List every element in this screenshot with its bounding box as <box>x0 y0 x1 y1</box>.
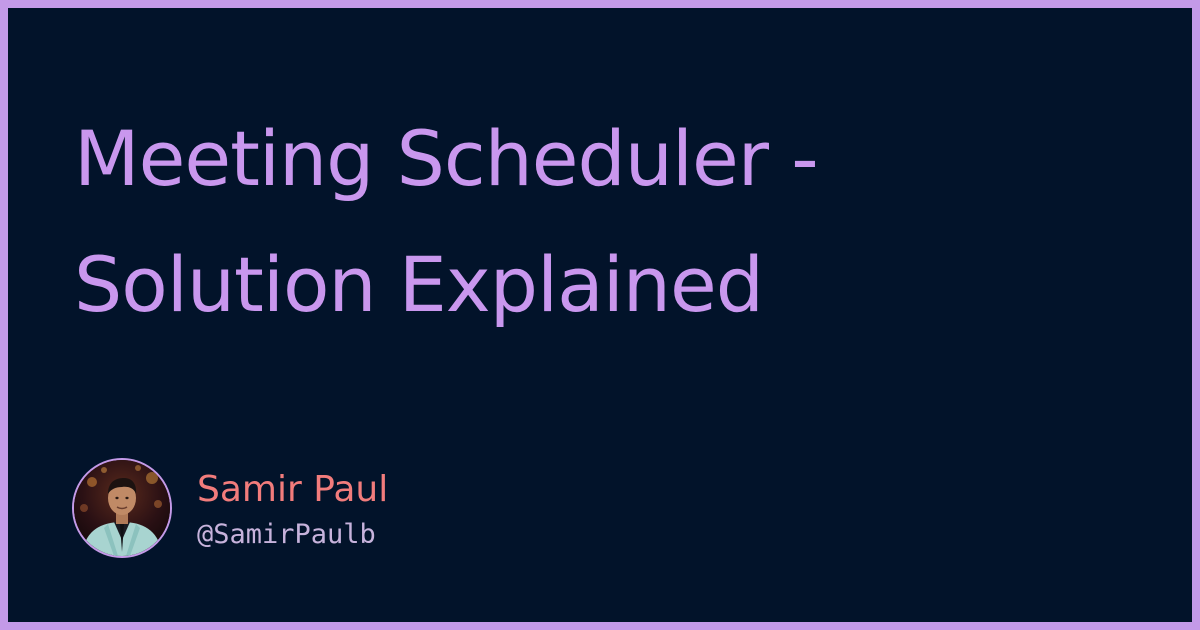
author-handle: @SamirPaulb <box>197 519 376 550</box>
title-line-2: Solution Explained <box>74 240 764 329</box>
avatar-portrait-image <box>74 460 170 556</box>
title-line-1: Meeting Scheduler - <box>74 114 819 203</box>
social-card: Meeting Scheduler - Solution Explained S… <box>8 8 1192 622</box>
author-name: Samir Paul <box>197 469 389 510</box>
page-title: Meeting Scheduler - Solution Explained <box>74 96 1074 348</box>
author-avatar <box>72 458 172 558</box>
